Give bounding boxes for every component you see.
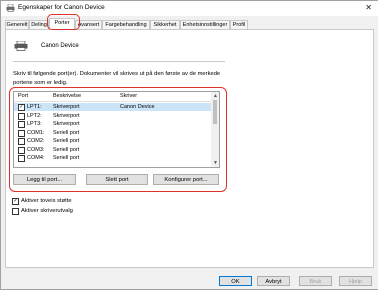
printer-title-icon [6,4,15,12]
port-row-lpt3[interactable]: LPT3: Skriverport [14,120,212,128]
tab-security[interactable]: Sikkerhet [150,20,180,29]
column-header-description[interactable]: Beskrivelse [53,93,81,99]
column-header-printer[interactable]: Skriver [120,93,137,99]
apply-button[interactable]: Bruk [299,276,332,286]
port-description: Seriell port [53,146,80,153]
delete-port-button[interactable]: Slett port [86,174,148,185]
tab-profile[interactable]: Profil [230,20,248,29]
bidirectional-checkbox[interactable]: ✓ [12,198,19,205]
port-checkbox[interactable] [18,155,25,162]
pooling-checkbox[interactable] [12,208,19,215]
tab-general[interactable]: Generelt [5,20,29,29]
port-row-com4[interactable]: COM4: Seriell port [14,154,212,162]
port-name: LPT2: [27,112,42,119]
pooling-label: Aktiver skriverutvalg [21,208,73,214]
port-name: LPT1: [27,104,42,110]
port-row-lpt1[interactable]: ✓ LPT1: Skriverport Canon Device [14,103,212,111]
ports-page: Canon Device Skriv til følgende port(er)… [5,29,374,268]
tab-sharing[interactable]: Deling [29,20,49,29]
port-description: Skriverport [53,121,80,127]
add-port-button[interactable]: Legg til port... [13,174,76,185]
column-header-port[interactable]: Port [18,93,28,99]
port-row-lpt2[interactable]: LPT2: Skriverport [14,112,212,120]
scroll-thumb[interactable] [213,100,217,124]
port-row-com1[interactable]: COM1: Seriell port [14,129,212,137]
port-name: LPT3: [27,121,42,127]
port-checkbox[interactable]: ✓ [18,104,25,111]
port-description: Skriverport [53,112,80,119]
port-checkbox[interactable] [18,129,25,137]
ok-button[interactable]: OK [219,276,252,286]
port-row-com2[interactable]: COM2: Seriell port [14,137,212,145]
port-checkbox[interactable] [18,121,25,128]
properties-dialog: Egenskaper for Canon Device ✕ Generelt D… [0,0,378,290]
port-name: COM4: [27,155,45,161]
cancel-button[interactable]: Avbryt [257,276,290,286]
port-checkbox[interactable] [18,138,25,145]
help-button[interactable]: Hjelp [339,276,372,286]
port-description: Seriell port [53,129,80,136]
port-description: Seriell port [53,155,80,161]
device-name: Canon Device [41,43,79,49]
bidirectional-label: Aktiver toveis støtte [21,198,72,204]
port-name: COM3: [27,146,45,153]
port-checkbox[interactable] [18,146,25,154]
port-row-com3[interactable]: COM3: Seriell port [14,146,212,154]
port-checkbox[interactable] [18,112,25,120]
divider [13,61,225,62]
list-header: Port Beskrivelse Skriver [14,92,212,102]
port-name: COM2: [27,138,45,144]
port-printer: Canon Device [120,104,155,110]
port-list[interactable]: Port Beskrivelse Skriver ✓ LPT1: Skriver… [13,91,220,168]
ports-tab-highlight [47,14,80,30]
instruction-text: Skriv til følgende port(er). Dokumenter … [13,71,221,86]
tab-color-management[interactable]: Fargebehandling [102,20,150,29]
list-scrollbar[interactable]: ▲ ▼ [211,92,219,167]
scroll-up-icon[interactable]: ▲ [213,93,218,99]
port-description: Seriell port [53,138,80,144]
close-icon[interactable]: ✕ [365,3,372,12]
window-title: Egenskaper for Canon Device [18,4,105,11]
scroll-down-icon[interactable]: ▼ [213,160,218,166]
port-description: Skriverport [53,104,80,110]
tab-device-settings[interactable]: Enhetsinnstillinger [180,20,230,29]
configure-port-button[interactable]: Konfigurer port... [153,174,219,185]
printer-icon [14,41,28,51]
port-name: COM1: [27,129,45,136]
